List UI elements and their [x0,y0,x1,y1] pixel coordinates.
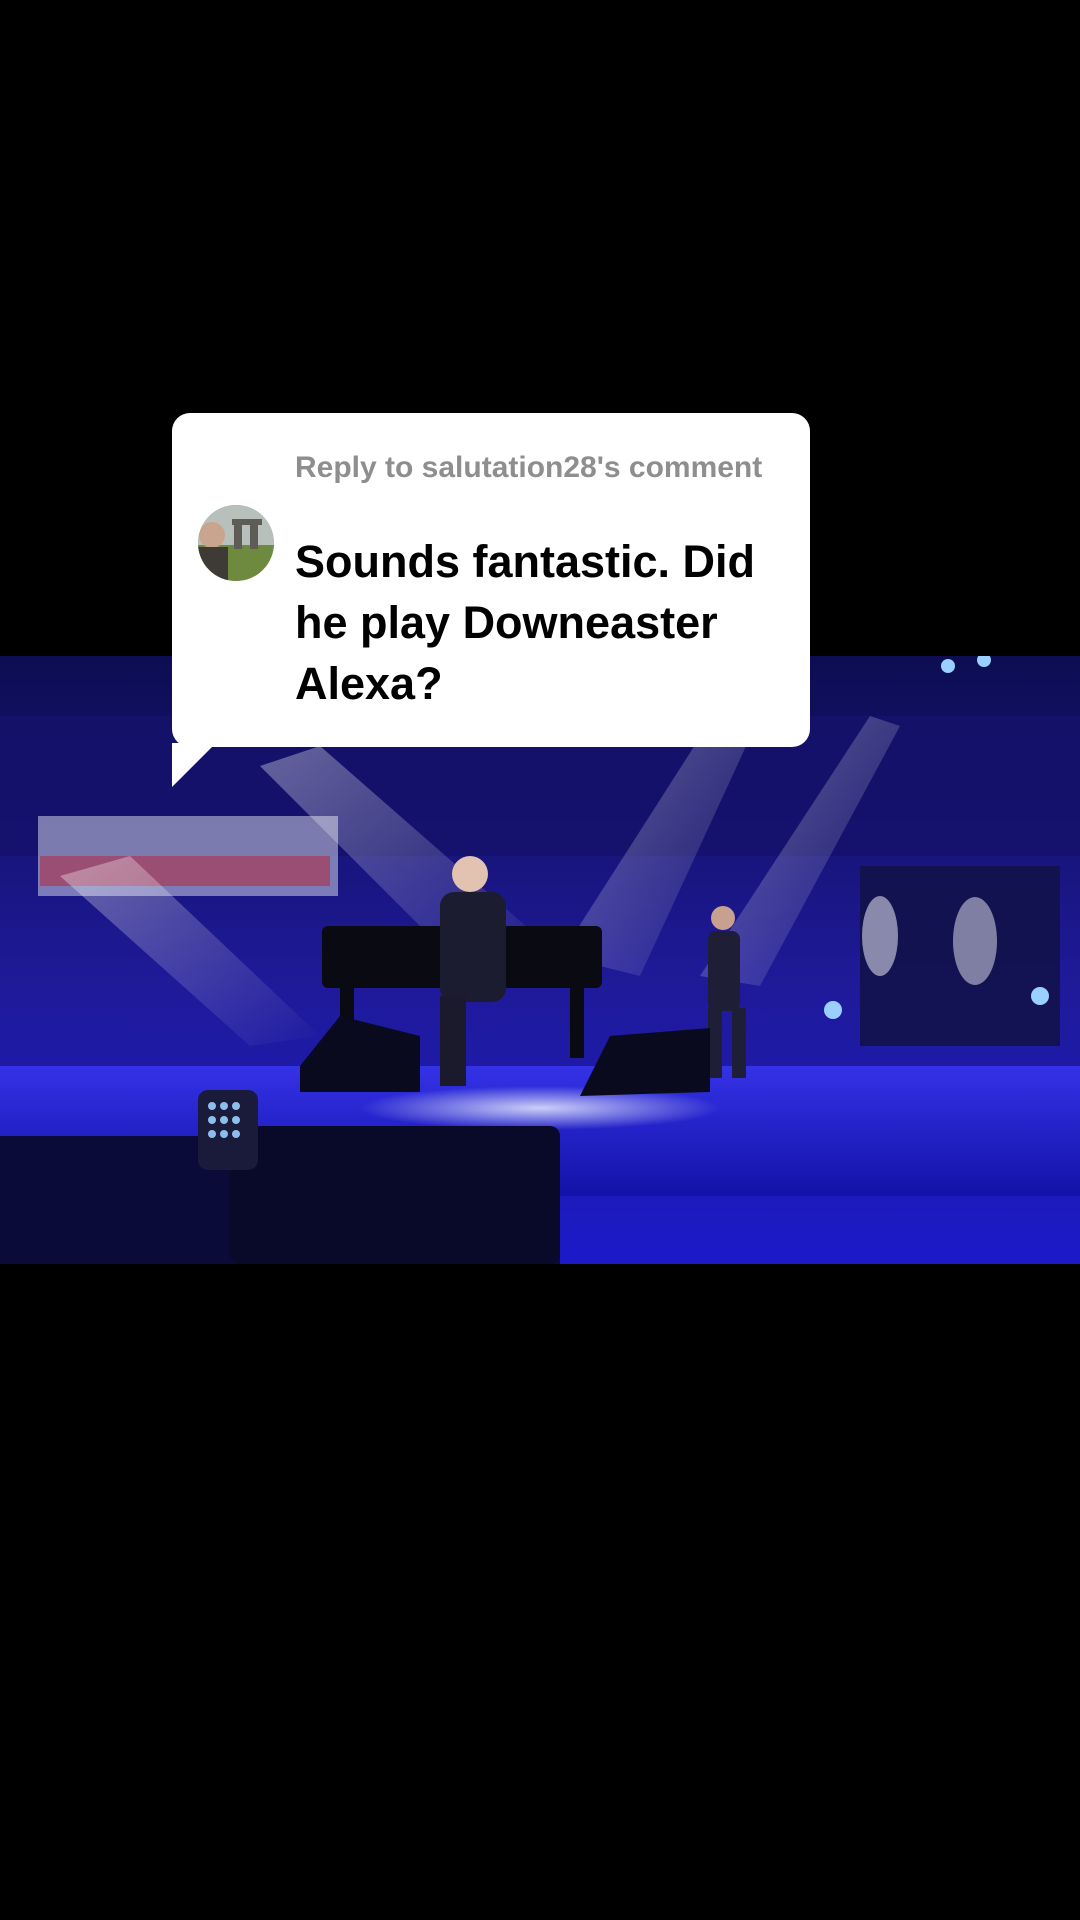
reply-comment-card[interactable]: Reply to salutation28's comment Sounds f… [172,413,810,787]
video-frame[interactable] [0,656,1080,1264]
concert-scene [0,656,1080,1264]
comment-text: Sounds fantastic. Did he play Downeaster… [295,536,756,709]
user-avatar-photo-icon [198,505,274,581]
reply-header: Reply to salutation28's comment [295,451,763,484]
speech-bubble-tail [172,743,216,787]
avatar[interactable] [198,505,274,581]
